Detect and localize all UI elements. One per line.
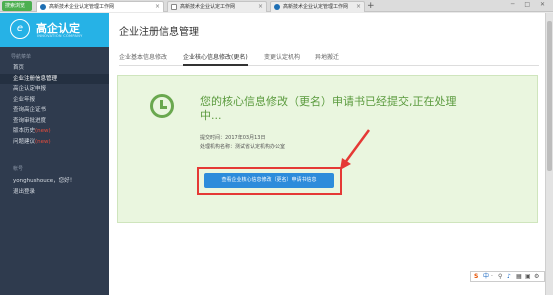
site-favicon-icon — [40, 4, 46, 10]
clock-icon — [150, 94, 174, 118]
status-notice-panel: 您的核心信息修改（更名）申请书已经提交,正在处理中... 提交时间：2017年0… — [117, 75, 538, 223]
browser-tab-bar: 搜索浏览 高新技术企业认定管理工作网 × 高新技术企业认定工作网 × 高新技术企… — [0, 0, 553, 12]
sidebar-item-certification-apply[interactable]: 高企认定申报 — [0, 84, 109, 95]
search-icon[interactable]: ⚲ — [498, 272, 502, 282]
tab-basic-info[interactable]: 企业基本信息修改 — [119, 52, 167, 66]
close-tab-icon[interactable]: × — [356, 2, 361, 12]
sidebar-item-certificate-query[interactable]: 查询高企证书 — [0, 105, 109, 116]
main-content: 企业注册信息管理 企业基本信息修改 企业核心信息修改(更名) 变更认定机构 异地… — [109, 13, 545, 295]
new-tab-button[interactable]: + — [367, 0, 375, 12]
account-greeting: yonghushouce，您好！ — [13, 178, 76, 184]
processing-agency: 处理机构名称：测试省认定机构办公室 — [200, 144, 286, 150]
status-message: 您的核心信息修改（更名）申请书已经提交,正在处理中... — [200, 95, 457, 122]
sidebar-item-version-history[interactable]: 版本历史(new) — [0, 126, 109, 137]
tab-relocation[interactable]: 异地搬迁 — [315, 52, 339, 66]
settings-icon[interactable]: ⚙ — [534, 272, 539, 282]
browser-home-button[interactable]: 搜索浏览 — [2, 1, 32, 11]
browser-tab-label: 高新技术企业认定管理工作网 — [49, 4, 115, 10]
sidebar-item-home[interactable]: 首页 — [0, 63, 109, 74]
voice-icon[interactable]: ♪ — [507, 272, 511, 282]
logo-subtitle: INNOVATION COMPANY — [37, 34, 83, 38]
tab-bar: 企业基本信息修改 企业核心信息修改(更名) 变更认定机构 异地搬迁 — [119, 52, 539, 66]
submit-time: 提交时间：2017年03月13日 — [200, 135, 266, 141]
sidebar-item-annual-report[interactable]: 企业年报 — [0, 95, 109, 106]
tab-change-agency[interactable]: 变更认定机构 — [264, 52, 300, 66]
input-mode-icon[interactable]: 中 — [483, 272, 489, 282]
sidebar: e 高企认定 INNOVATION COMPANY 导航菜单 首页 企业注册信息… — [0, 13, 109, 295]
browser-tab-label: 高新技术企业认定工作网 — [180, 4, 236, 10]
nav-section-label: 导航菜单 — [11, 54, 32, 60]
sidebar-item-approval-progress[interactable]: 查询审批进度 — [0, 116, 109, 127]
browser-tab-2[interactable]: 高新技术企业认定工作网 × — [167, 1, 267, 12]
sogou-logo-icon[interactable]: S — [474, 272, 478, 282]
annotation-arrow-icon — [340, 129, 371, 170]
browser-tab-1[interactable]: 高新技术企业认定管理工作网 × — [36, 1, 164, 12]
new-badge: (new) — [35, 128, 51, 134]
logout-link[interactable]: 退出登录 — [0, 187, 109, 198]
ime-toolbar[interactable]: S 中 · ⚲ ♪ ▦ ▣ ⚙ — [470, 271, 545, 282]
account-section-label: 帐号 — [13, 166, 24, 172]
tab-core-info-rename[interactable]: 企业核心信息修改(更名) — [183, 52, 248, 66]
page-scrollbar[interactable] — [545, 13, 553, 295]
keyboard-icon[interactable]: ▦ — [516, 272, 522, 282]
browser-tab-3[interactable]: 高新技术企业认定管理工作网 × — [270, 1, 365, 12]
new-badge: (new) — [35, 138, 51, 145]
scrollbar-thumb[interactable] — [547, 21, 552, 171]
page-title: 企业注册信息管理 — [119, 27, 199, 38]
browser-tab-label: 高新技术企业认定管理工作网 — [283, 4, 349, 10]
sidebar-item-registration-info[interactable]: 企业注册信息管理 — [0, 73, 109, 84]
window-controls[interactable]: ─ □ ✕ — [511, 1, 549, 8]
skin-icon[interactable]: ▣ — [525, 272, 531, 282]
annotation-highlight-box — [197, 167, 342, 195]
punctuation-icon[interactable]: · — [491, 272, 493, 282]
logo-mark-icon: e — [10, 19, 30, 39]
close-tab-icon[interactable]: × — [155, 2, 160, 12]
site-favicon-icon — [274, 4, 280, 10]
logo[interactable]: e 高企认定 INNOVATION COMPANY — [0, 13, 109, 47]
page-favicon-icon — [171, 4, 177, 10]
close-tab-icon[interactable]: × — [258, 2, 263, 12]
sidebar-item-feedback[interactable]: 问题建议(new) — [0, 137, 109, 148]
